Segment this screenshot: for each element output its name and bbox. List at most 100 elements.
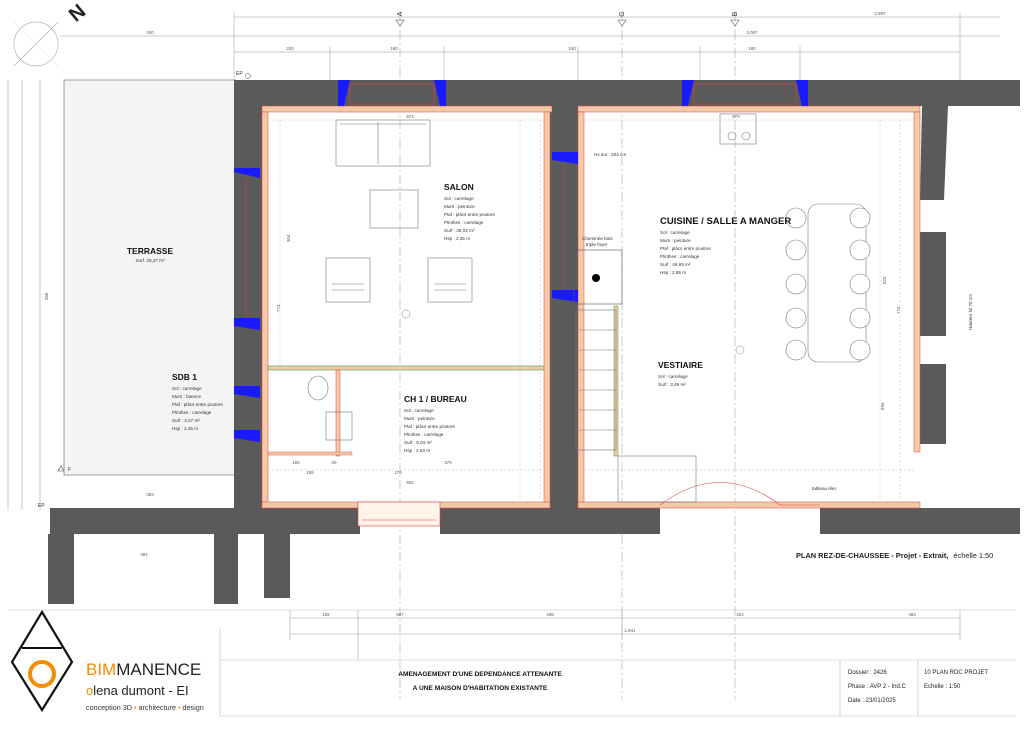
dim-label: 165	[306, 470, 314, 475]
room-spec: Surf : 4,07 m²	[172, 418, 200, 423]
room-spec: Hsp : 2,35 m	[172, 426, 198, 431]
dim-label: 774	[276, 304, 281, 312]
armchair	[427, 257, 473, 303]
level-marker	[401, 309, 411, 319]
terrace-area	[63, 79, 237, 476]
info-dossier: Dossier : 2426	[848, 670, 887, 676]
room-spec: Sol : carrelage	[172, 386, 202, 391]
project-title: AMENAGEMENT D'UNE DEPENDANCE ATTENANTE A…	[398, 671, 562, 692]
dim-label: 502	[406, 480, 414, 485]
room-cuisine: CUISINE / SALLE A MANGER Sol : carrelage…	[660, 216, 791, 275]
north-label: N	[65, 0, 90, 26]
window-openings	[245, 83, 797, 318]
room-spec: Murs : faïence	[172, 394, 202, 399]
bottom-dimension-lines	[289, 610, 961, 660]
dining-chairs	[785, 207, 871, 361]
coffee-table	[369, 189, 419, 229]
dim-label: 522	[882, 276, 887, 284]
dim-label: 1.941	[625, 628, 637, 633]
room-spec: Plinthes : carrelage	[444, 220, 484, 225]
toilet	[307, 375, 329, 401]
dim-label: 594	[880, 402, 885, 410]
wardrobe	[617, 455, 697, 503]
dim-label: 304	[286, 234, 291, 242]
brand-logo	[10, 609, 74, 713]
level-marker	[735, 345, 745, 355]
grid-marker-b: B	[732, 11, 739, 16]
hv-note: Hv sur : 204 cm	[594, 152, 626, 157]
room-spec: Plinthes : carrelage	[172, 410, 212, 415]
info-sheet: 10 PLAN RDC PROJET	[924, 670, 988, 676]
room-spec: Murs : peinture	[660, 238, 691, 243]
dim-label: 774	[896, 306, 901, 314]
room-name-cuisine: CUISINE / SALLE A MANGER	[660, 216, 791, 227]
north-arrow: N	[13, 0, 90, 67]
dim-label: 383	[146, 492, 154, 497]
dim-label: 365	[44, 292, 49, 300]
grid-markers: A G B	[395, 11, 740, 27]
room-salon: SALON Sol : carrelage Murs : peinture Pl…	[444, 182, 496, 241]
bottom-dimension-labels: 192 567 436 224 483 1.941	[322, 612, 916, 633]
f-mark: F	[68, 467, 71, 473]
room-spec: Murs : peinture	[444, 204, 475, 209]
grid-marker-g: G	[619, 11, 626, 16]
sofa	[335, 119, 431, 167]
dim-label: 230	[286, 46, 294, 51]
left-dimension-lines	[7, 80, 41, 510]
room-spec: Surf : 46,69 m²	[660, 262, 691, 267]
wall-lining	[261, 105, 921, 509]
chimney-note: triple foyer	[586, 242, 608, 247]
svg-text:conception 3D • architecture •: conception 3D • architecture • design	[86, 703, 204, 712]
chimney-note: Cheminée bois	[582, 236, 613, 241]
room-spec: Plaf : plâcs entre poutres	[172, 402, 224, 407]
floor-plan-drawing: 240 230 180 240 180 2.097 2.597 A G B N …	[7, 0, 1020, 717]
room-spec: Plaf : plâcs entre poutres	[444, 212, 496, 217]
room-spec: Plaf : plâcs entre poutres	[660, 246, 712, 251]
ep-mark-bottom: EP	[38, 503, 45, 509]
svg-text:olena dumont - EI: olena dumont - EI	[86, 683, 189, 698]
project-line-2: A UNE MAISON D'HABITATION EXISTANTE	[413, 685, 548, 692]
room-spec: Surf : 36,02 m²	[444, 228, 475, 233]
room-spec: Sol : carrelage	[404, 408, 434, 413]
dim-label: 176	[394, 470, 402, 475]
info-date: Date : 23/01/2025	[848, 698, 896, 704]
room-spec: Surf : 3,49 m²	[658, 382, 686, 387]
chimney-flue	[592, 274, 600, 282]
dim-label: 192	[322, 612, 330, 617]
room-name-salon: SALON	[444, 182, 474, 192]
dim-label: 240	[146, 30, 154, 35]
room-spec: Sol : carrelage	[658, 374, 688, 379]
dim-label: 60	[332, 460, 337, 465]
dim-label: 224	[736, 612, 744, 617]
dim-label: 436	[546, 612, 554, 617]
room-name-sdb: SDB 1	[172, 372, 197, 382]
armchair	[325, 257, 371, 303]
room-name-vestiaire: VESTIAIRE	[658, 360, 703, 370]
level-note: Hauteur lst 70 cm	[968, 294, 973, 330]
room-surface-terrasse: Surf. 29,37 m²	[135, 258, 165, 263]
drawing-title: PLAN REZ-DE-CHAUSSEE - Projet - Extrait,…	[796, 551, 993, 560]
room-spec: Hsp : 2,85 m	[660, 270, 686, 275]
ep-mark-top: EP	[236, 71, 243, 77]
room-spec: Sol : carrelage	[660, 230, 690, 235]
room-name-ch1: CH 1 / BUREAU	[404, 394, 467, 404]
dim-label: 240	[568, 46, 576, 51]
room-spec: Hsp : 2,35 m	[444, 236, 470, 241]
room-spec: Surf : 9,04 m²	[404, 440, 432, 445]
room-spec: Plinthes : carrelage	[660, 254, 700, 259]
dim-label: 180	[390, 46, 398, 51]
dim-label: 674	[732, 114, 740, 119]
furniture	[307, 113, 867, 503]
dim-label: 180	[748, 46, 756, 51]
room-spec: Sol : carrelage	[444, 196, 474, 201]
room-spec: Hsp : 2,53 m	[404, 448, 430, 453]
grid-marker-a: A	[397, 11, 404, 16]
info-scale: Echelle : 1:50	[924, 684, 961, 690]
room-name-terrasse: TERRASSE	[127, 246, 174, 256]
dim-label: 2.097	[747, 30, 759, 35]
dim-label: 2.597	[875, 11, 887, 16]
dim-label: 574	[406, 114, 414, 119]
tableau-note: tableau élec	[812, 486, 837, 491]
dim-label: 384	[140, 552, 148, 557]
room-spec: Murs : peinture	[404, 416, 435, 421]
